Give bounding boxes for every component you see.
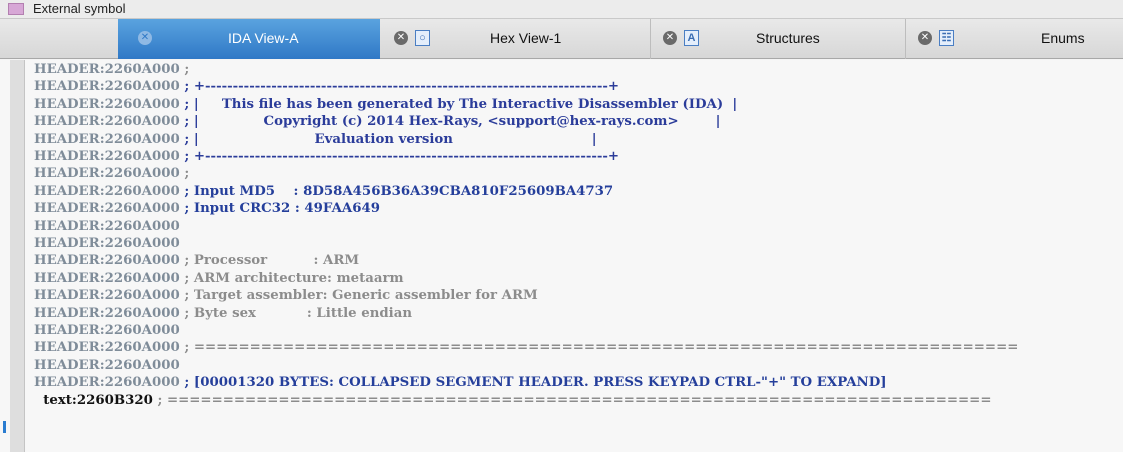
line-comment: ; <box>179 166 190 182</box>
tab-hex-view-1[interactable]: ✕ ○ Hex View-1 <box>380 19 651 59</box>
line-address[interactable]: HEADER:2260A000 <box>34 288 180 303</box>
tab-enums[interactable]: ✕ ☷ Enums <box>906 19 1123 59</box>
legend-bar: External symbol <box>0 0 1123 19</box>
line-address[interactable]: HEADER:2260A000 <box>34 323 180 338</box>
legend-label: External symbol <box>33 1 126 16</box>
listing-line[interactable]: HEADER:2260A000 ; <box>34 165 189 182</box>
disassembly-listing[interactable]: HEADER:2260A000 ; HEADER:2260A000 ; +----… <box>0 60 1123 452</box>
line-address[interactable]: HEADER:2260A000 <box>34 149 180 164</box>
tab-label: Enums <box>1041 30 1085 46</box>
hex-view-icon: ○ <box>415 30 430 46</box>
listing-line[interactable]: text:2260B320 ; ========================… <box>34 392 991 409</box>
listing-line[interactable]: HEADER:2260A000 ; [00001320 BYTES: COLLA… <box>34 374 887 391</box>
line-comment: ; <box>179 62 190 77</box>
line-comment: ; Byte sex : Little endian <box>179 305 413 321</box>
line-address[interactable]: HEADER:2260A000 <box>34 340 180 355</box>
ida-window: External symbol ✕ IDA View-A ✕ ○ Hex Vie… <box>0 0 1123 452</box>
listing-line[interactable]: HEADER:2260A000 ; | This file has been g… <box>34 96 737 113</box>
structures-icon: A <box>684 30 699 46</box>
line-address[interactable]: HEADER:2260A000 <box>34 184 180 199</box>
listing-line[interactable]: HEADER:2260A000 ; | Evaluation version | <box>34 131 597 148</box>
line-comment: ; [00001320 BYTES: COLLAPSED SEGMENT HEA… <box>179 375 887 391</box>
line-address[interactable]: text:2260B320 <box>34 393 153 408</box>
tab-bar: ✕ IDA View-A ✕ ○ Hex View-1 ✕ A Structur… <box>0 19 1123 59</box>
current-position-marker <box>3 421 6 433</box>
close-icon[interactable]: ✕ <box>663 31 677 45</box>
tab-structures[interactable]: ✕ A Structures <box>651 19 906 59</box>
line-comment: ; Input CRC32 : 49FAA649 <box>179 201 380 217</box>
line-comment: ; | Evaluation version | <box>179 131 597 147</box>
listing-line[interactable]: HEADER:2260A000 ; Target assembler: Gene… <box>34 287 538 304</box>
enums-icon: ☷ <box>939 30 954 46</box>
close-icon[interactable]: ✕ <box>138 31 152 45</box>
close-icon[interactable]: ✕ <box>918 31 932 45</box>
listing-line[interactable]: HEADER:2260A000 ; +---------------------… <box>34 78 619 95</box>
external-symbol-swatch <box>8 3 24 15</box>
line-comment: ; ======================================… <box>152 392 992 408</box>
listing-line[interactable]: HEADER:2260A000 <box>34 357 180 374</box>
tab-ida-view-a[interactable]: ✕ IDA View-A <box>118 19 380 59</box>
line-address[interactable]: HEADER:2260A000 <box>34 236 180 251</box>
tab-label: IDA View-A <box>228 30 299 46</box>
close-icon[interactable]: ✕ <box>394 31 408 45</box>
line-address[interactable]: HEADER:2260A000 <box>34 375 180 390</box>
listing-line[interactable]: HEADER:2260A000 ; Byte sex : Little endi… <box>34 305 412 322</box>
listing-line[interactable]: HEADER:2260A000 <box>34 322 180 339</box>
line-address[interactable]: HEADER:2260A000 <box>34 219 180 234</box>
line-comment: ; ======================================… <box>179 340 1019 356</box>
line-address[interactable]: HEADER:2260A000 <box>34 62 180 77</box>
listing-line[interactable]: HEADER:2260A000 <box>34 235 180 252</box>
listing-line[interactable]: HEADER:2260A000 ; Input MD5 : 8D58A456B3… <box>34 183 613 200</box>
line-address[interactable]: HEADER:2260A000 <box>34 97 180 112</box>
arrow-gutter <box>10 60 25 452</box>
line-comment: ; Processor : ARM <box>179 253 360 269</box>
listing-line[interactable]: HEADER:2260A000 ; <box>34 61 189 78</box>
line-address[interactable]: HEADER:2260A000 <box>34 306 180 321</box>
line-comment: ; Input MD5 : 8D58A456B36A39CBA810F25609… <box>179 183 614 199</box>
line-comment: ; Target assembler: Generic assembler fo… <box>179 288 538 304</box>
line-comment: ; | Copyright (c) 2014 Hex-Rays, <suppor… <box>179 114 721 130</box>
line-address[interactable]: HEADER:2260A000 <box>34 201 180 216</box>
line-comment: ; ARM architecture: metaarm <box>179 270 404 286</box>
line-address[interactable]: HEADER:2260A000 <box>34 114 180 129</box>
tab-label: Structures <box>756 30 820 46</box>
listing-line[interactable]: HEADER:2260A000 ; ARM architecture: meta… <box>34 270 404 287</box>
line-comment: ; +-------------------------------------… <box>179 149 620 164</box>
line-address[interactable]: HEADER:2260A000 <box>34 253 180 268</box>
line-comment: ; | This file has been generated by The … <box>179 96 738 112</box>
line-address[interactable]: HEADER:2260A000 <box>34 271 180 286</box>
listing-line[interactable]: HEADER:2260A000 <box>34 218 180 235</box>
listing-line[interactable]: HEADER:2260A000 ; Input CRC32 : 49FAA649 <box>34 200 380 217</box>
tab-label: Hex View-1 <box>490 30 562 46</box>
listing-line[interactable]: HEADER:2260A000 ; | Copyright (c) 2014 H… <box>34 113 721 130</box>
line-comment: ; +-------------------------------------… <box>179 79 620 95</box>
line-address[interactable]: HEADER:2260A000 <box>34 132 180 147</box>
listing-line[interactable]: HEADER:2260A000 ; +---------------------… <box>34 148 619 165</box>
line-address[interactable]: HEADER:2260A000 <box>34 79 180 94</box>
line-address[interactable]: HEADER:2260A000 <box>34 358 180 373</box>
line-address[interactable]: HEADER:2260A000 <box>34 166 180 181</box>
listing-line[interactable]: HEADER:2260A000 ; ======================… <box>34 339 1018 356</box>
listing-line[interactable]: HEADER:2260A000 ; Processor : ARM <box>34 252 359 269</box>
